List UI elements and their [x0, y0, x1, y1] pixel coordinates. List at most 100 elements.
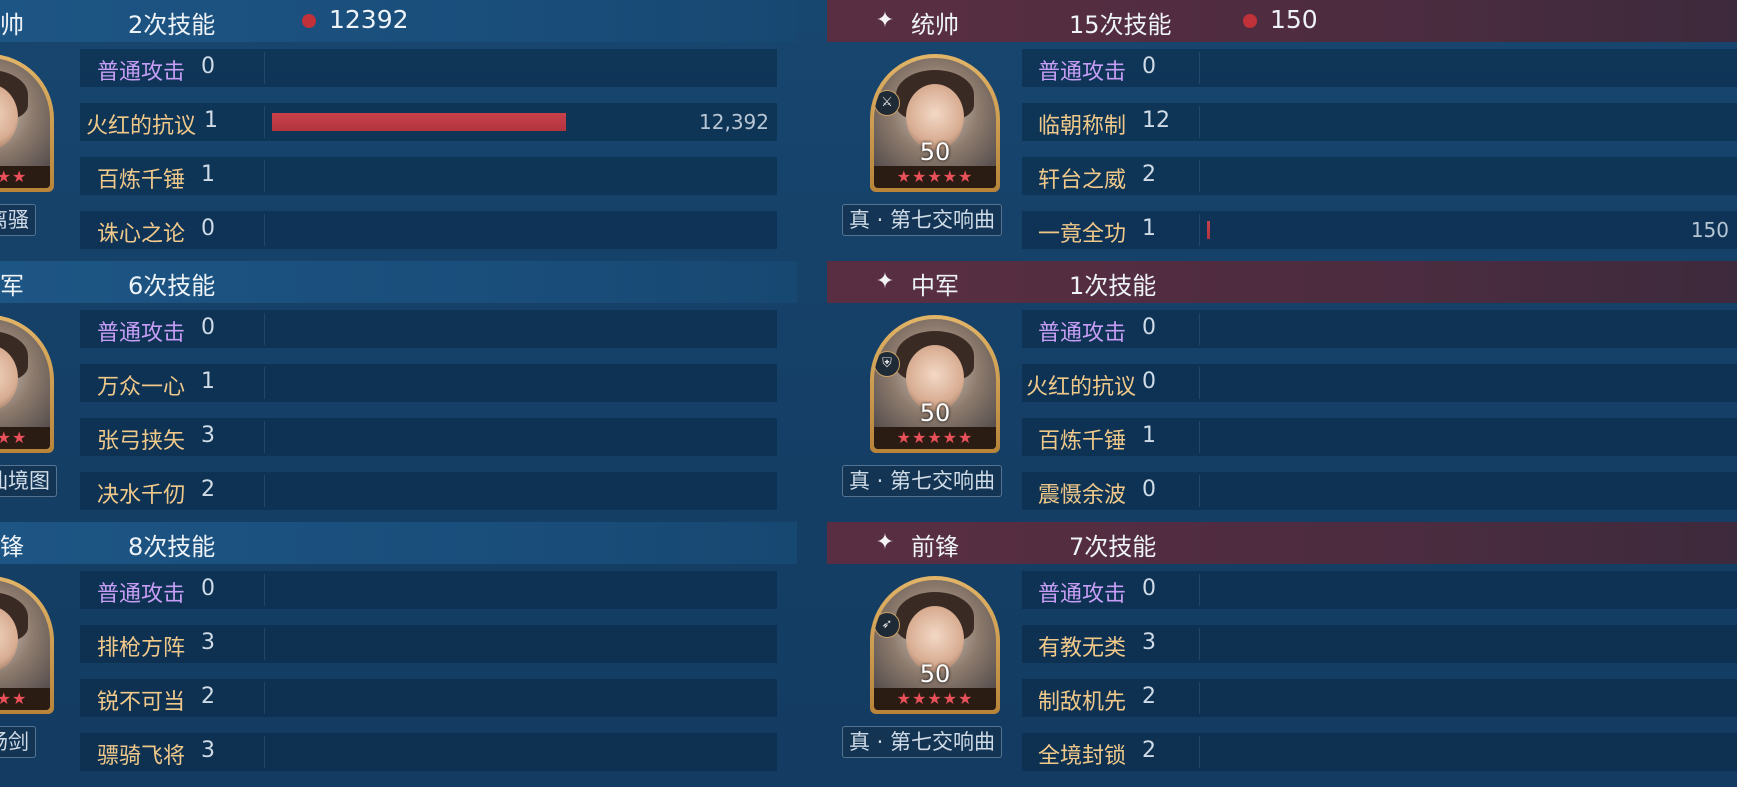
hero-level: 50 — [919, 399, 951, 427]
skill-use-count: 2 — [201, 684, 215, 709]
skill-use-count: 1 — [1142, 423, 1156, 448]
group-header: 军 6次技能 — [0, 261, 797, 303]
right-group-center: ✦ 中军 1次技能 ⛨ 50 ★★★★★ 真 · 第七交响曲 普通攻击 0 火红的抗… — [827, 261, 1737, 522]
hero-level: 0 — [0, 660, 50, 688]
skill-row: 普通攻击 0 — [1022, 46, 1737, 90]
skill-use-count: 0 — [1142, 54, 1156, 79]
equipment-label[interactable]: 真 · 第七交响曲 — [842, 726, 1003, 758]
right-team-panel: ✦ 统帅 15次技能 150 ⚔ 50 ★★★★★ 真 · 第七交响曲 普通攻击… — [827, 0, 1737, 787]
class-badge-icon: ⚔ — [874, 90, 900, 116]
hero-portrait[interactable]: ➶ 50 ★★★★★ — [870, 576, 1000, 714]
skill-row: 普通攻击 0 — [80, 568, 777, 612]
damage-dot-icon — [1243, 14, 1257, 28]
equipment-label[interactable]: 真 · 第七交响曲 — [842, 204, 1003, 236]
skill-use-count: 3 — [201, 738, 215, 763]
skill-use-count: 1 — [1142, 216, 1156, 241]
hero-portrait[interactable]: 0 ★★★★★ — [0, 315, 54, 453]
skill-row: 万众一心 1 — [80, 361, 777, 405]
skill-name: 普通攻击 — [97, 321, 186, 346]
class-badge-icon: ➶ — [874, 612, 900, 638]
hero-portrait[interactable]: 0 ★★★★★ — [0, 576, 54, 714]
equipment-label[interactable]: 仙境图 — [0, 465, 57, 497]
right-group-vanguard: ✦ 前锋 7次技能 ➶ 50 ★★★★★ 真 · 第七交响曲 普通攻击 0 有教无类… — [827, 522, 1737, 783]
skill-name: 锐不可当 — [97, 690, 186, 715]
skill-row: 火红的抗议 0 — [1022, 361, 1737, 405]
skill-name: 火红的抗议 — [86, 114, 197, 139]
skill-use-count: 1 — [204, 108, 218, 133]
left-group-center: 军 6次技能 0 ★★★★★ 仙境图 普通攻击 0 万众一心 1 张弓挟矢 3 决水千仞 2 — [0, 261, 797, 522]
hero-level: 0 — [0, 399, 50, 427]
group-header: ✦ 前锋 7次技能 — [827, 522, 1737, 564]
hero-level: 50 — [919, 138, 951, 166]
role-label: 帅 — [0, 11, 24, 39]
star-rating: ★★★★★ — [874, 166, 996, 188]
skill-name: 张弓挟矢 — [97, 429, 186, 454]
skill-name: 排枪方阵 — [97, 636, 186, 661]
skill-use-count: 0 — [1142, 315, 1156, 340]
sparkle-icon: ✦ — [875, 8, 895, 33]
skill-use-count: 2 — [201, 477, 215, 502]
skill-name: 临朝称制 — [1038, 114, 1127, 139]
skill-name: 骠骑飞将 — [97, 744, 186, 769]
sparkle-icon: ✦ — [875, 530, 895, 555]
role-label: 前锋 — [911, 533, 959, 561]
skill-row: 临朝称制 12 — [1022, 100, 1737, 144]
left-group-commander: 帅 2次技能 12392 0 ★★★★★ 离骚 普通攻击0火红的抗议112,39… — [0, 0, 797, 261]
hero-portrait[interactable]: 0 ★★★★★ — [0, 54, 54, 192]
skill-row: 普通攻击 0 — [80, 307, 777, 351]
skill-use-count: 0 — [201, 216, 215, 241]
skill-name: 全境封锁 — [1038, 744, 1127, 769]
skill-row: 百炼千锤 1 — [80, 154, 777, 198]
equipment-label[interactable]: 肠剑 — [0, 726, 36, 758]
skill-count: 7次技能 — [1069, 533, 1157, 561]
skill-use-count: 3 — [201, 423, 215, 448]
star-rating: ★★★★★ — [874, 688, 996, 710]
skill-row: 普通攻击 0 — [1022, 568, 1737, 612]
skill-use-count: 12 — [1142, 108, 1170, 133]
damage-dot-icon — [302, 14, 316, 28]
skill-use-count: 0 — [1142, 477, 1156, 502]
skill-row: 排枪方阵 3 — [80, 622, 777, 666]
star-rating: ★★★★★ — [0, 688, 50, 710]
skill-use-count: 2 — [1142, 162, 1156, 187]
role-label: 统帅 — [911, 11, 959, 39]
left-team-panel: 帅 2次技能 12392 0 ★★★★★ 离骚 普通攻击0火红的抗议112,39… — [0, 0, 797, 787]
skill-name: 普通攻击 — [1038, 321, 1127, 346]
role-label: 锋 — [0, 533, 24, 561]
skill-name: 普通攻击 — [1038, 582, 1127, 607]
skill-name: 万众一心 — [97, 375, 186, 400]
skill-use-count: 1 — [201, 369, 215, 394]
skill-use-count: 0 — [1142, 576, 1156, 601]
hero-portrait[interactable]: ⚔ 50 ★★★★★ — [870, 54, 1000, 192]
skill-row: 诛心之论 0 — [80, 208, 777, 252]
skill-name: 决水千仞 — [97, 483, 186, 508]
skill-name: 震慑余波 — [1038, 483, 1127, 508]
hero-level: 0 — [0, 138, 50, 166]
skill-name: 诛心之论 — [97, 222, 186, 247]
skill-row: 一竟全功 1 150 — [1022, 208, 1737, 252]
group-header: 锋 8次技能 — [0, 522, 797, 564]
skill-count: 8次技能 — [128, 533, 216, 561]
hero-level: 50 — [919, 660, 951, 688]
group-header: ✦ 中军 1次技能 — [827, 261, 1737, 303]
skill-name: 有教无类 — [1038, 636, 1127, 661]
skill-row: 百炼千锤 1 — [1022, 415, 1737, 459]
damage-value: 150 — [1690, 218, 1729, 242]
skill-name: 火红的抗议 — [1026, 375, 1137, 400]
equipment-label[interactable]: 真 · 第七交响曲 — [842, 465, 1003, 497]
skill-name: 普通攻击 — [1038, 60, 1127, 85]
skill-name: 制敌机先 — [1038, 690, 1127, 715]
skill-row: 有教无类 3 — [1022, 622, 1737, 666]
skill-name: 普通攻击 — [97, 582, 186, 607]
skill-row: 普通攻击 0 — [80, 46, 777, 90]
skill-count: 2次技能 — [128, 11, 216, 39]
hero-portrait[interactable]: ⛨ 50 ★★★★★ — [870, 315, 1000, 453]
damage-bar — [1207, 221, 1211, 239]
damage-total: 150 — [1270, 5, 1318, 34]
group-header: ✦ 统帅 15次技能 150 — [827, 0, 1737, 42]
damage-value: 12,392 — [699, 110, 769, 134]
skill-use-count: 2 — [1142, 738, 1156, 763]
equipment-label[interactable]: 离骚 — [0, 204, 36, 236]
skill-row: 制敌机先 2 — [1022, 676, 1737, 720]
skill-use-count: 3 — [201, 630, 215, 655]
